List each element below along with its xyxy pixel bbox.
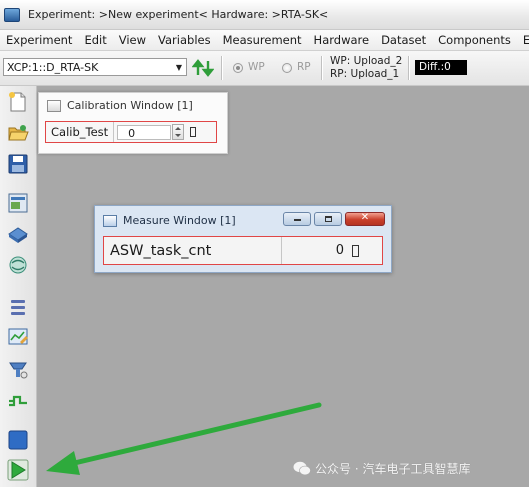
green-arrow-annotation [46, 402, 322, 475]
menu-measurement[interactable]: Measurement [217, 33, 308, 47]
menu-experiment[interactable]: Experiment [0, 33, 78, 47]
measure-variable-name: ASW_task_cnt [104, 237, 282, 264]
wp-radio-label: WP [248, 61, 265, 73]
window-title: Experiment: >New experiment< Hardware: >… [28, 8, 329, 21]
chevron-down-icon: ▼ [175, 62, 183, 72]
side-toolbar [0, 86, 37, 487]
signal-icon[interactable] [7, 389, 29, 411]
title-bar: Experiment: >New experiment< Hardware: >… [0, 0, 529, 30]
watermark-text: 公众号 · 汽车电子工具智慧库 [315, 462, 471, 476]
menu-more[interactable]: E- [517, 33, 529, 47]
window-icon [47, 99, 61, 112]
page-info: WP: Upload_2 RP: Upload_1 [330, 55, 402, 81]
watermark: 公众号 · 汽车电子工具智慧库 [293, 460, 470, 477]
toolbar-separator [321, 56, 323, 80]
save-icon[interactable] [7, 153, 29, 175]
network-icon[interactable] [7, 254, 29, 276]
wechat-icon [293, 461, 311, 476]
measure-window-title-bar: Measure Window [1] [103, 214, 236, 227]
variable-list-icon[interactable] [7, 296, 29, 318]
menu-view[interactable]: View [113, 33, 152, 47]
calibration-window-title: Calibration Window [1] [67, 99, 193, 112]
stop-icon[interactable] [7, 429, 29, 451]
diff-indicator: Diff.:0 [415, 60, 467, 75]
menu-hardware[interactable]: Hardware [308, 33, 376, 47]
hardware-icon[interactable] [7, 222, 29, 244]
app-icon [4, 7, 20, 22]
calibration-window-title-bar: Calibration Window [1] [47, 99, 193, 112]
working-page-info: WP: Upload_2 [330, 55, 403, 67]
value-spinner[interactable] [172, 124, 185, 140]
close-button[interactable] [345, 212, 385, 226]
measure-window[interactable]: Measure Window [1] ASW_task_cnt 0 [94, 205, 392, 273]
rp-radio[interactable] [282, 63, 292, 73]
new-icon[interactable] [7, 91, 29, 113]
menu-bar: Experiment Edit View Variables Measureme… [0, 30, 529, 51]
properties-icon[interactable] [7, 192, 29, 214]
window-icon [103, 214, 117, 227]
measure-config-icon[interactable] [7, 358, 29, 380]
measure-variable-row[interactable]: ASW_task_cnt 0 [103, 236, 383, 265]
rp-radio-label: RP [297, 61, 311, 73]
calibration-variable-row[interactable]: Calib_Test 0 [45, 121, 217, 143]
toolbar-separator [408, 56, 410, 80]
sync-arrows-icon[interactable] [192, 57, 214, 79]
minimize-button[interactable] [283, 212, 311, 226]
menu-edit[interactable]: Edit [78, 33, 112, 47]
device-select-value: XCP:1::D_RTA-SK [7, 60, 99, 74]
measure-window-title: Measure Window [1] [123, 214, 236, 227]
calibration-variable-name: Calib_Test [46, 122, 115, 142]
maximize-button[interactable] [314, 212, 342, 226]
open-icon[interactable] [7, 122, 29, 144]
start-measurement-icon[interactable] [7, 459, 29, 481]
menu-components[interactable]: Components [432, 33, 517, 47]
device-select[interactable]: XCP:1::D_RTA-SK ▼ [3, 58, 187, 76]
menu-variables[interactable]: Variables [152, 33, 217, 47]
calibration-value-input[interactable]: 0 [117, 124, 172, 140]
reference-page-info: RP: Upload_1 [330, 68, 400, 80]
menu-dataset[interactable]: Dataset [375, 33, 432, 47]
calibration-window[interactable]: Calibration Window [1] Calib_Test 0 [38, 92, 228, 154]
toolbar-separator [221, 56, 223, 80]
measure-variable-value: 0 [335, 243, 344, 258]
calibration-icon[interactable] [7, 326, 29, 348]
main-toolbar: XCP:1::D_RTA-SK ▼ WP RP WP: Upload_2 RP:… [0, 51, 529, 86]
unit-bracket-icon [190, 127, 197, 137]
wp-radio[interactable] [233, 63, 243, 73]
unit-bracket-icon [352, 244, 359, 257]
